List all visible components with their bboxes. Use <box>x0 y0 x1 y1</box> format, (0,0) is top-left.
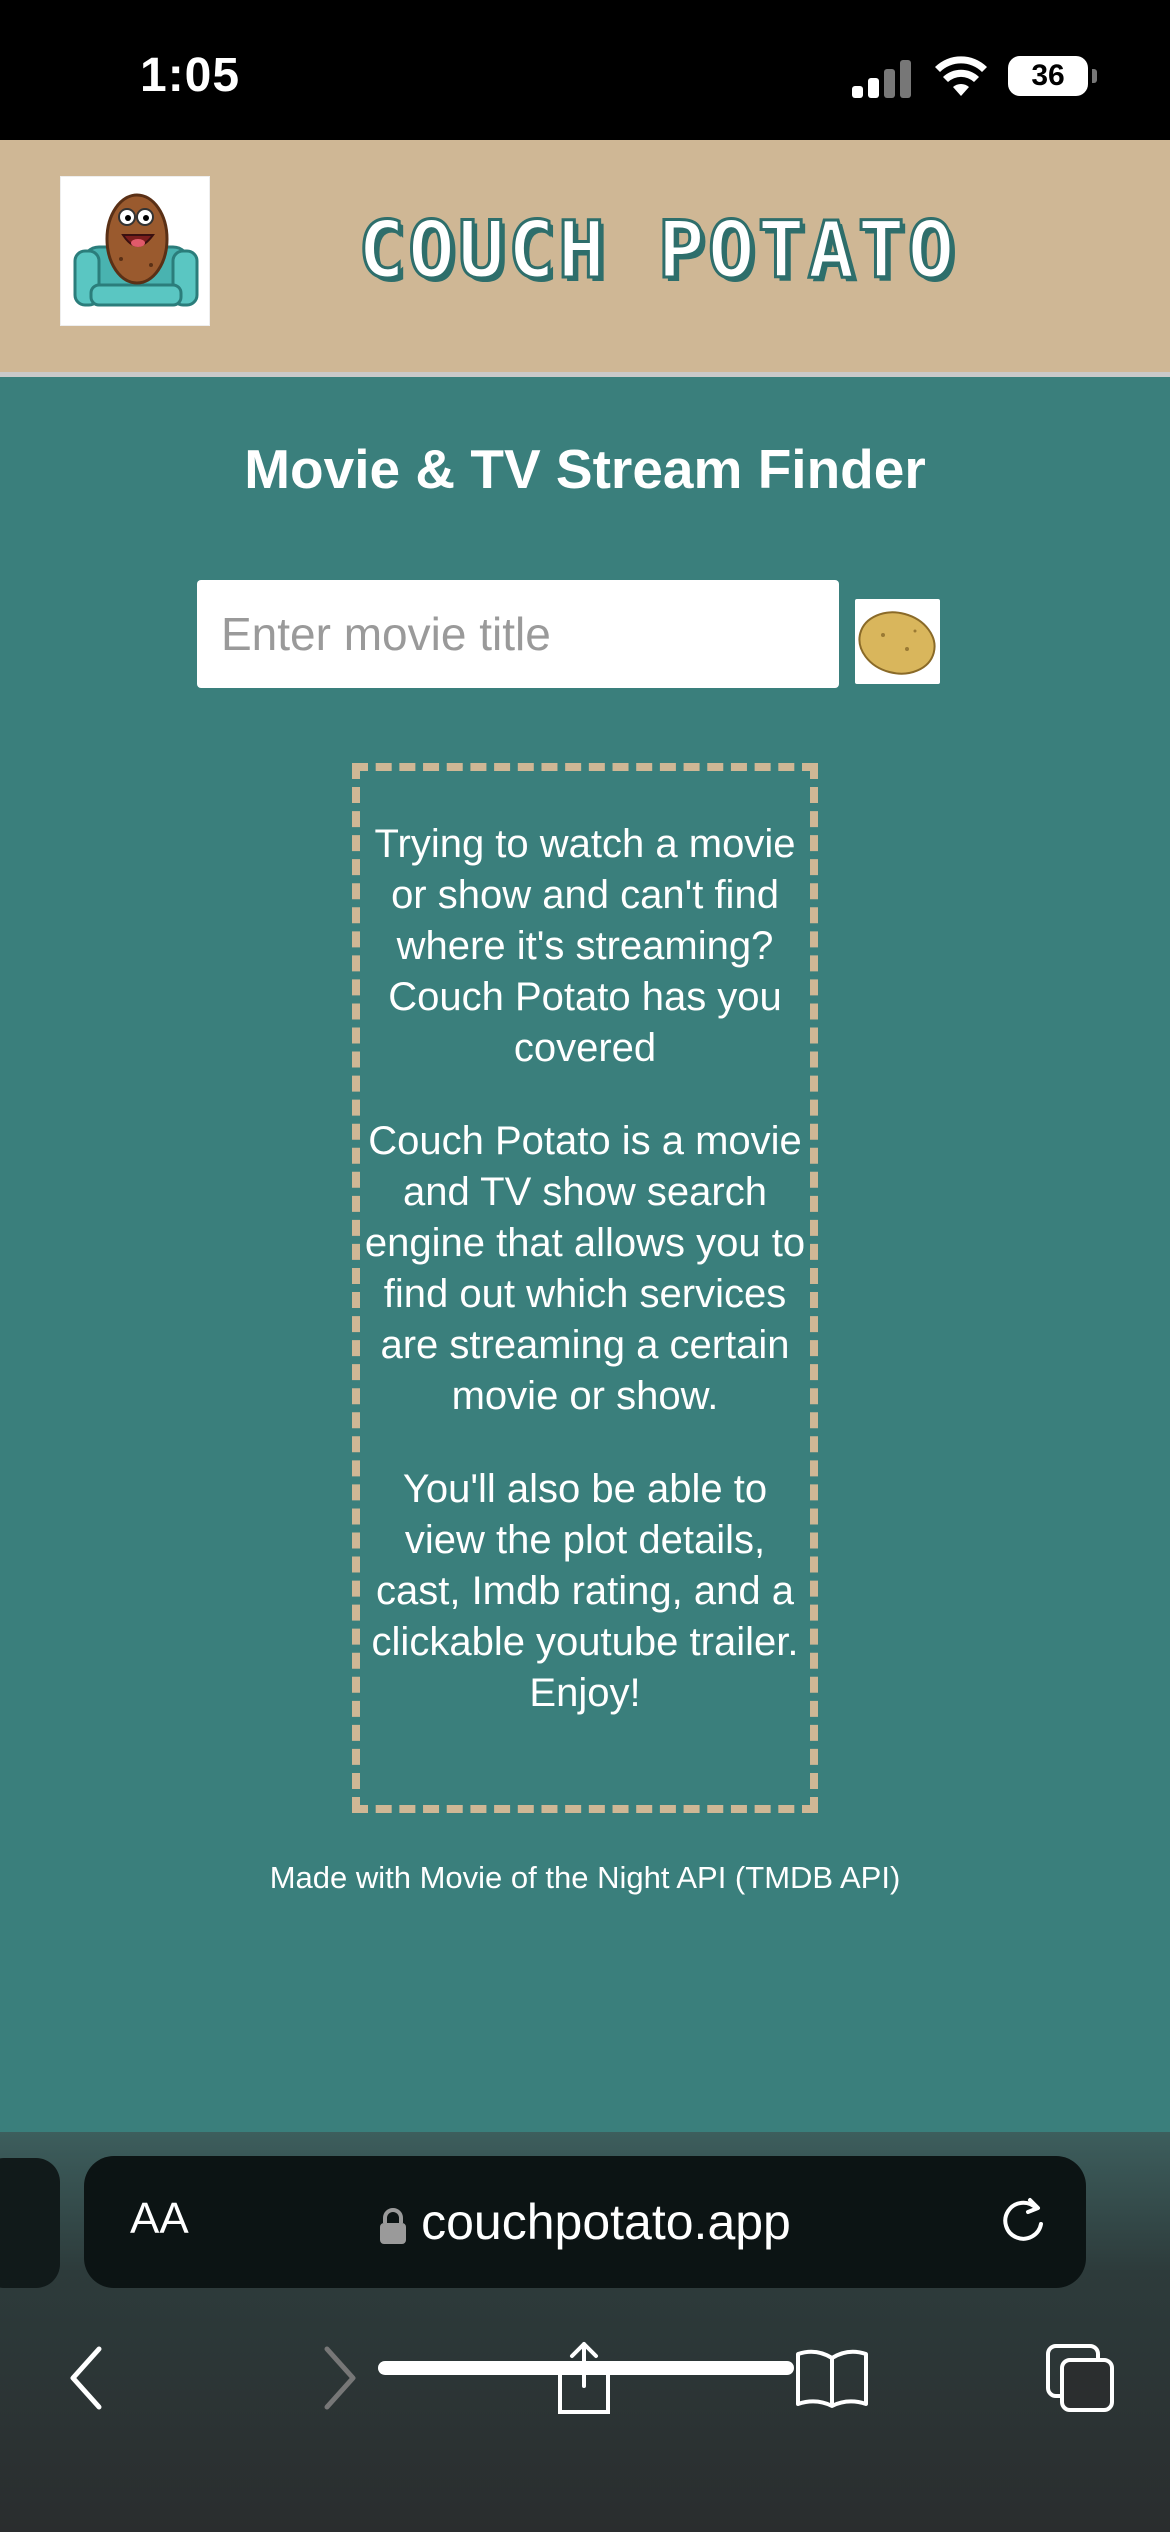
info-paragraph: You'll also be able to view the plot det… <box>371 1467 799 1715</box>
back-icon[interactable] <box>36 2328 136 2428</box>
main-content: Movie & TV Stream Finder Trying to watch… <box>0 377 1170 2132</box>
status-bar: 1:05 36 <box>0 0 1170 140</box>
forward-icon[interactable] <box>290 2328 390 2428</box>
info-paragraph: Couch Potato is a movie and TV show sear… <box>364 1119 806 1418</box>
reload-icon[interactable] <box>996 2194 1050 2248</box>
potato-icon <box>858 611 936 675</box>
site-header: COUCH POTATO <box>0 140 1170 377</box>
couch-potato-logo[interactable] <box>60 176 210 326</box>
info-paragraph: Trying to watch a movie or show and can'… <box>374 822 796 1070</box>
lock-icon <box>380 2207 407 2244</box>
share-icon[interactable] <box>534 2328 634 2428</box>
brand-title: COUCH POTATO <box>357 205 958 298</box>
wifi-icon <box>934 54 988 98</box>
bookmarks-icon[interactable] <box>782 2328 882 2428</box>
search-button[interactable] <box>855 599 940 684</box>
tabs-icon[interactable] <box>1030 2328 1130 2428</box>
previous-tab-preview[interactable] <box>0 2158 60 2288</box>
signal-icon <box>852 58 912 98</box>
search-input[interactable] <box>197 580 839 688</box>
url-text[interactable]: couchpotato.app <box>421 2194 791 2250</box>
browser-nav-row <box>0 2328 1170 2448</box>
battery-icon: 36 <box>1008 56 1097 96</box>
api-credit: Made with Movie of the Night API (TMDB A… <box>269 1860 901 1895</box>
status-time: 1:05 <box>140 49 241 102</box>
page-title: Movie & TV Stream Finder <box>244 438 926 500</box>
address-bar[interactable]: AA couchpotato.app <box>84 2156 1086 2288</box>
browser-toolbar: AA couchpotato.app <box>0 2132 1170 2532</box>
info-box: Trying to watch a movie or show and can'… <box>352 763 818 1813</box>
home-indicator[interactable] <box>378 2361 794 2375</box>
